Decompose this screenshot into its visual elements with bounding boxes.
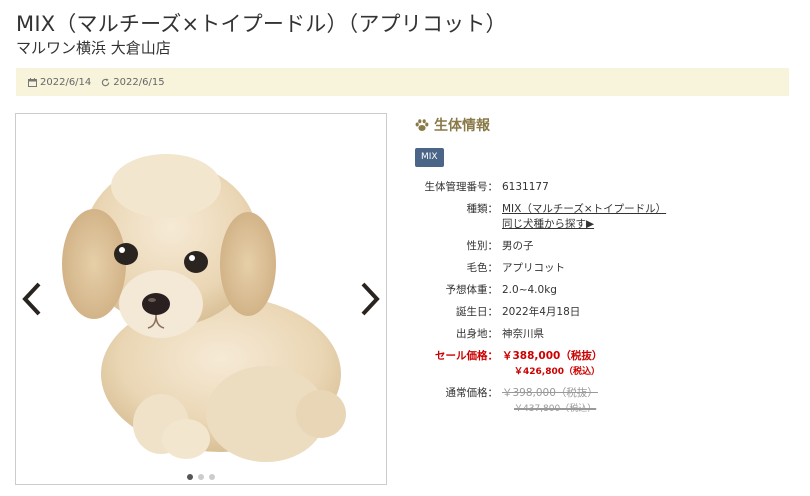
spec-value: 2022年4月18日	[502, 306, 581, 318]
breed-badge: MIX	[415, 148, 444, 167]
spec-label: 予想体重：	[445, 284, 499, 296]
posted-date-text: 2022/6/14	[40, 76, 92, 88]
chevron-right-icon[interactable]	[359, 282, 381, 316]
spec-value: アプリコット	[502, 262, 565, 274]
regular-price-tax: ￥437,800（税込）	[514, 404, 597, 414]
spec-list: 生体管理番号： 6131177 種類： MIX（マルチーズ×トイプードル） 同じ…	[410, 180, 790, 423]
sale-price-row: セール価格： ￥388,000（税抜） ￥426,800（税込）	[410, 349, 790, 379]
shop-name: マルワン横浜 大倉山店	[16, 39, 171, 57]
spec-value: 6131177	[502, 181, 549, 193]
spec-row-sex: 性別： 男の子	[410, 239, 790, 254]
spec-row-birthday: 誕生日： 2022年4月18日	[410, 305, 790, 320]
slide-indicator	[187, 474, 220, 480]
spec-label: 性別：	[466, 240, 499, 252]
breed-link[interactable]: MIX（マルチーズ×トイプードル）	[502, 203, 666, 215]
sale-price-label: セール価格：	[435, 350, 498, 362]
calendar-icon	[28, 77, 37, 87]
spec-label: 出身地：	[456, 328, 498, 340]
sale-price-group: ￥388,000（税抜） ￥426,800（税込）	[498, 349, 602, 379]
slide-dot[interactable]	[198, 474, 204, 480]
spec-value-group: MIX（マルチーズ×トイプードル） 同じ犬種から探す▶	[498, 202, 666, 232]
spec-value: 2.0~4.0kg	[502, 284, 557, 296]
regular-price-group: ￥398,000（税抜） ￥437,800（税込）	[498, 386, 598, 416]
slide-dot[interactable]	[187, 474, 193, 480]
spec-row-id: 生体管理番号： 6131177	[410, 180, 790, 195]
spec-label: 種類：	[466, 203, 499, 215]
spec-row-weight: 予想体重： 2.0~4.0kg	[410, 283, 790, 298]
page-title: MIX（マルチーズ×トイプードル）（アプリコット）	[16, 12, 507, 36]
paw-icon	[415, 118, 429, 131]
info-heading-text: 生体情報	[434, 118, 490, 134]
sale-price-tax: ￥426,800（税込）	[514, 367, 600, 377]
posted-date: 2022/6/14	[28, 77, 91, 88]
photo-gallery	[15, 113, 387, 485]
spec-row-origin: 出身地： 神奈川県	[410, 327, 790, 342]
same-breed-search-link[interactable]: 同じ犬種から探す▶	[502, 218, 594, 230]
spec-label: 毛色：	[466, 262, 499, 274]
spec-row-breed: 種類： MIX（マルチーズ×トイプードル） 同じ犬種から探す▶	[410, 202, 790, 232]
updated-date-text: 2022/6/15	[113, 76, 165, 88]
regular-price-label: 通常価格：	[445, 387, 499, 399]
spec-row-color: 毛色： アプリコット	[410, 261, 790, 276]
spec-label: 生体管理番号：	[424, 181, 499, 193]
updated-date: 2022/6/15	[101, 76, 165, 88]
spec-value: 神奈川県	[502, 328, 544, 340]
info-heading: 生体情報	[415, 115, 490, 135]
regular-price: ￥398,000（税抜）	[502, 387, 598, 399]
slide-dot[interactable]	[209, 474, 215, 480]
puppy-photo	[62, 154, 346, 462]
refresh-icon	[102, 77, 110, 86]
date-bar: 2022/6/14 2022/6/15	[16, 68, 789, 96]
spec-label: 誕生日：	[456, 306, 498, 318]
spec-value: 男の子	[502, 240, 534, 252]
regular-price-row: 通常価格： ￥398,000（税抜） ￥437,800（税込）	[410, 386, 790, 416]
chevron-left-icon[interactable]	[21, 282, 43, 316]
sale-price: ￥388,000（税抜）	[502, 350, 603, 362]
